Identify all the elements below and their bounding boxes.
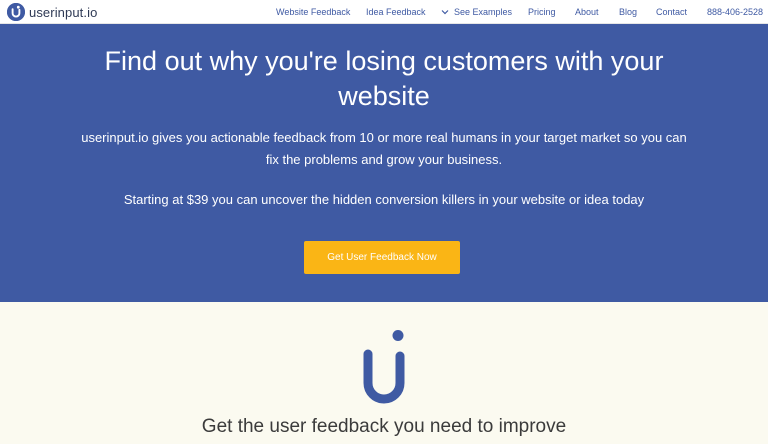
nav-see-examples-label: See Examples xyxy=(454,7,513,17)
hero-title: Find out why you're losing customers wit… xyxy=(104,46,664,111)
get-feedback-button[interactable]: Get User Feedback Now xyxy=(304,241,460,274)
top-navbar: userinput.io Website Feedback Idea Feedb… xyxy=(0,0,768,24)
nav-contact[interactable]: Contact xyxy=(656,6,687,18)
chevron-down-icon xyxy=(441,10,449,15)
hero-pricing-line: Starting at $39 you can uncover the hidd… xyxy=(123,192,645,207)
section-tagline: Get the user feedback you need to improv… xyxy=(201,416,567,437)
hero-section: Find out why you're losing customers wit… xyxy=(0,24,768,302)
nav-about[interactable]: About xyxy=(575,6,599,18)
hero-description: userinput.io gives you actionable feedba… xyxy=(81,130,687,167)
nav-blog[interactable]: Blog xyxy=(619,6,637,18)
nav-see-examples[interactable]: See Examples xyxy=(441,6,512,18)
nav-website-feedback[interactable]: Website Feedback xyxy=(276,6,350,18)
nav-phone[interactable]: 888-406-2528 xyxy=(707,6,763,18)
nav-pricing[interactable]: Pricing xyxy=(528,6,556,18)
nav-links: Website Feedback Idea Feedback See Examp… xyxy=(0,0,768,24)
nav-idea-feedback[interactable]: Idea Feedback xyxy=(366,6,426,18)
userinput-brand-icon xyxy=(363,330,405,404)
